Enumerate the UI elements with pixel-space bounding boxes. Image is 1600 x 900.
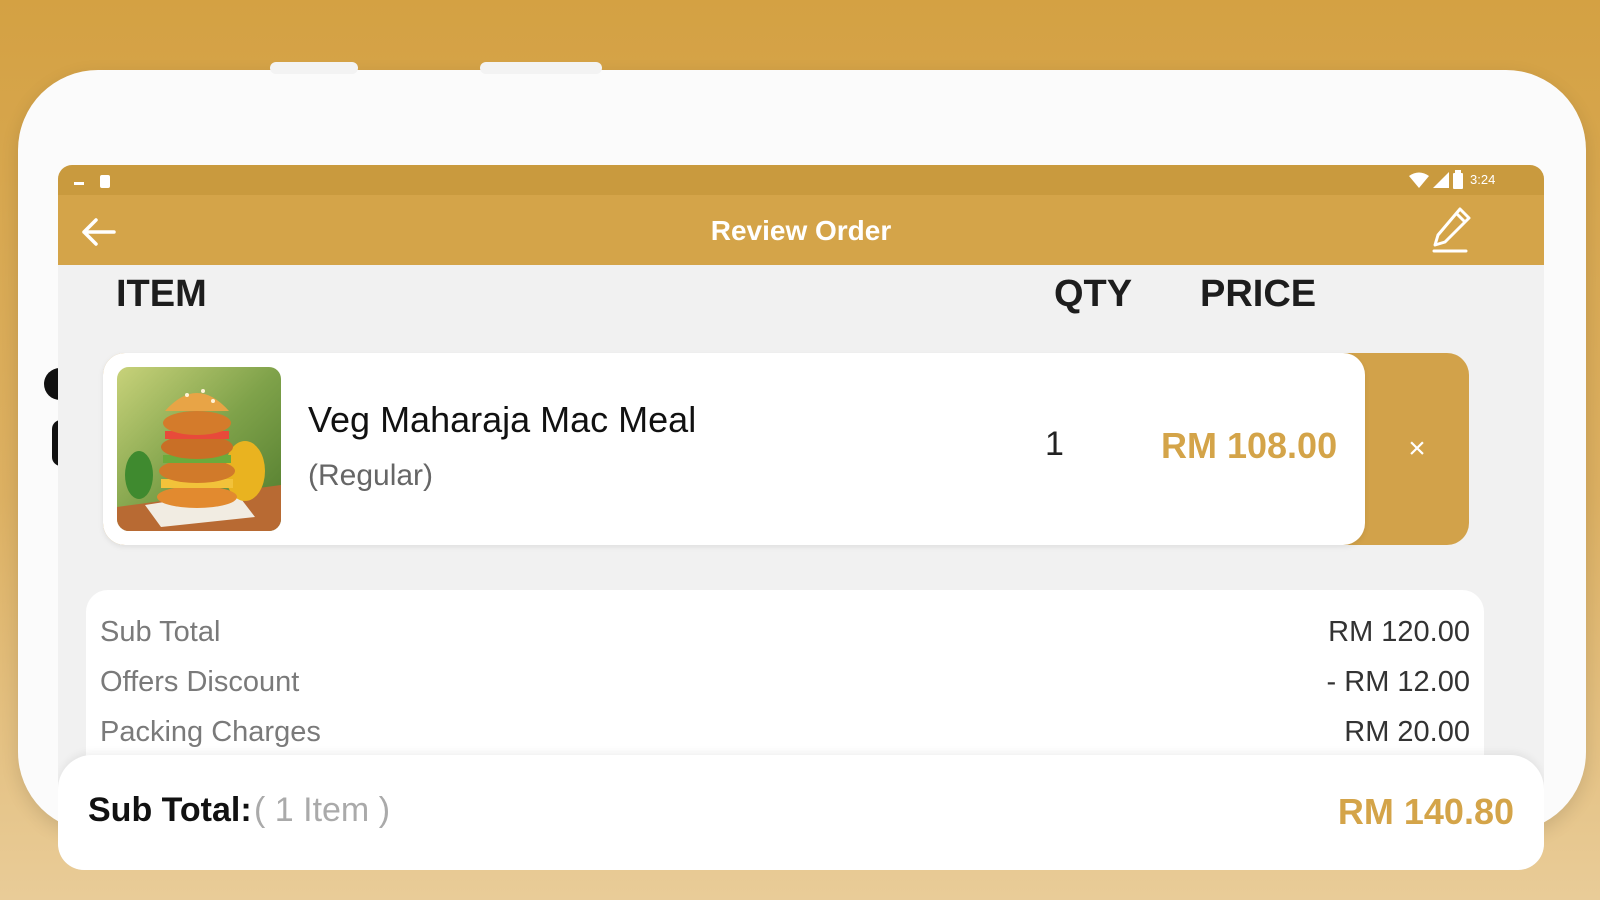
wifi-icon: [1409, 172, 1429, 188]
footer-subtotal-label: Sub Total:: [88, 791, 252, 829]
item-quantity: 1: [1045, 425, 1064, 463]
summary-value: RM 120.00: [1328, 616, 1470, 648]
signal-icon: [1433, 172, 1449, 188]
summary-row-discount: Offers Discount - RM 12.00: [100, 666, 1470, 706]
summary-label: Offers Discount: [100, 666, 300, 698]
order-item-card[interactable]: Veg Maharaja Mac Meal (Regular) 1 RM 108…: [103, 353, 1365, 545]
footer-total: RM 140.80: [1337, 791, 1514, 832]
phone-top-button-2: [480, 62, 602, 74]
edit-button[interactable]: [1430, 205, 1474, 255]
page-title: Review Order: [710, 215, 892, 246]
summary-value: - RM 12.00: [1326, 666, 1470, 698]
footer-item-count: ( 1 Item ): [254, 791, 391, 829]
summary-row-packing: Packing Charges RM 20.00: [100, 716, 1470, 756]
app-bar: Review Order: [58, 195, 1544, 265]
food-thumbnail: [117, 367, 281, 531]
column-header-price: PRICE: [1200, 273, 1317, 315]
phone-frame: 3:24 Review Order ITEM QTY PRICE Veg Mah…: [18, 62, 1586, 870]
phone-top-button-1: [270, 62, 358, 74]
status-bar: 3:24: [58, 165, 1544, 195]
status-time: 3:24: [1470, 172, 1496, 187]
summary-label: Sub Total: [100, 616, 221, 648]
order-item-row: Veg Maharaja Mac Meal (Regular) 1 RM 108…: [103, 353, 1469, 545]
app-screen: 3:24 Review Order ITEM QTY PRICE Veg Mah…: [58, 165, 1544, 870]
item-price: RM 108.00: [1161, 425, 1338, 466]
summary-value: RM 20.00: [1344, 716, 1470, 748]
close-icon: ×: [1408, 432, 1426, 465]
summary-row-subtotal: Sub Total RM 120.00: [100, 616, 1470, 656]
remove-item-button[interactable]: ×: [1365, 353, 1469, 545]
item-variant: (Regular): [308, 459, 434, 492]
notification-icon: [74, 175, 110, 188]
summary-label: Packing Charges: [100, 716, 321, 748]
column-header-item: ITEM: [116, 273, 207, 315]
item-name: Veg Maharaja Mac Meal: [308, 399, 697, 440]
pencil-icon: [1432, 207, 1471, 253]
battery-icon: [1453, 170, 1463, 189]
checkout-footer: Sub Total: ( 1 Item ) RM 140.80: [58, 755, 1544, 870]
column-header-qty: QTY: [1054, 273, 1133, 315]
